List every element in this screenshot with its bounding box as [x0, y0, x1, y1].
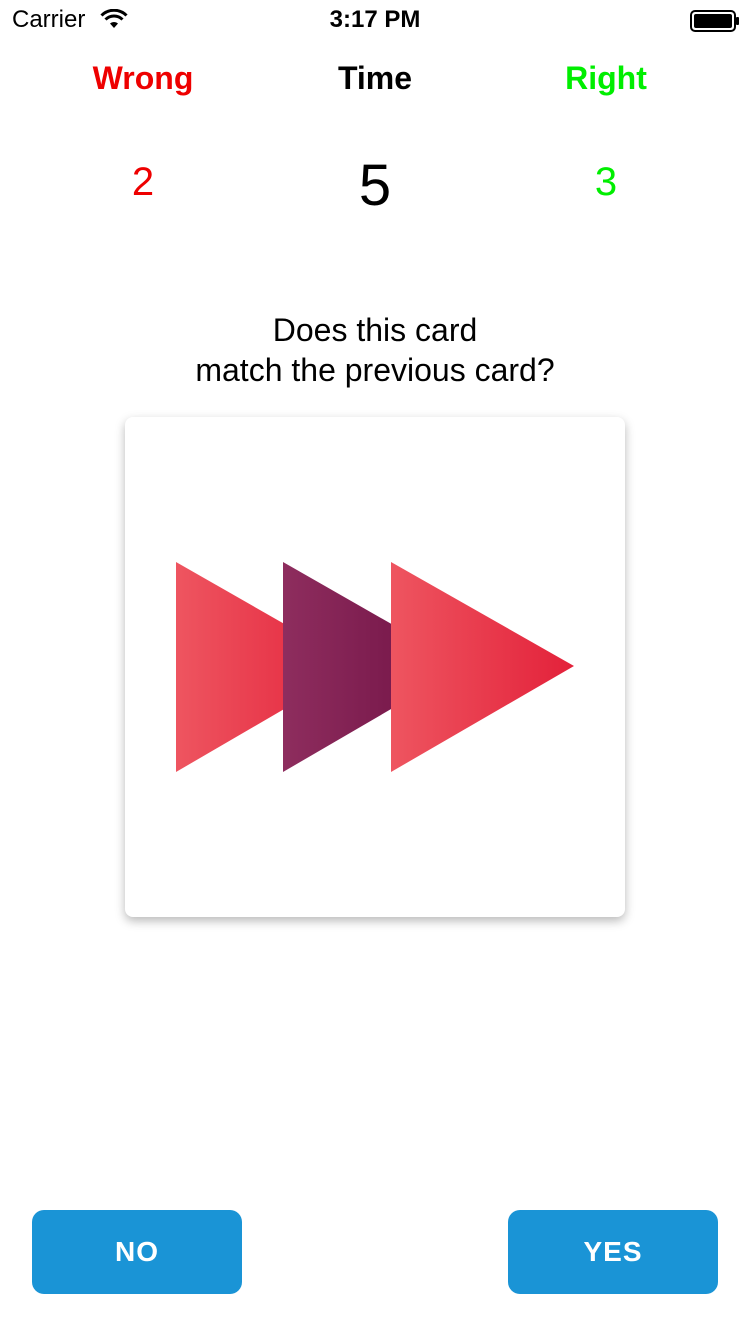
time-remaining: 5: [358, 153, 392, 218]
question-line-1: Does this card: [272, 312, 478, 348]
question-line-2: match the previous card?: [195, 352, 555, 388]
question-text: Does this card match the previous card?: [0, 310, 750, 390]
triangle-3: [391, 562, 574, 772]
card-artwork: [176, 562, 574, 772]
yes-button[interactable]: YES: [508, 1210, 718, 1294]
game-screen: Carrier 3:17 PM Wrong Time Right 2 5 3 D…: [0, 0, 750, 1334]
wrong-label: Wrong: [92, 60, 194, 96]
wrong-count: 2: [131, 160, 155, 204]
right-count: 3: [594, 160, 618, 204]
no-button[interactable]: NO: [32, 1210, 242, 1294]
status-time: 3:17 PM: [329, 6, 421, 33]
symbol-card: [125, 417, 625, 917]
time-label: Time: [337, 60, 413, 96]
battery-icon: [690, 10, 739, 32]
status-bar: Carrier 3:17 PM: [0, 0, 750, 40]
right-label: Right: [565, 60, 647, 96]
